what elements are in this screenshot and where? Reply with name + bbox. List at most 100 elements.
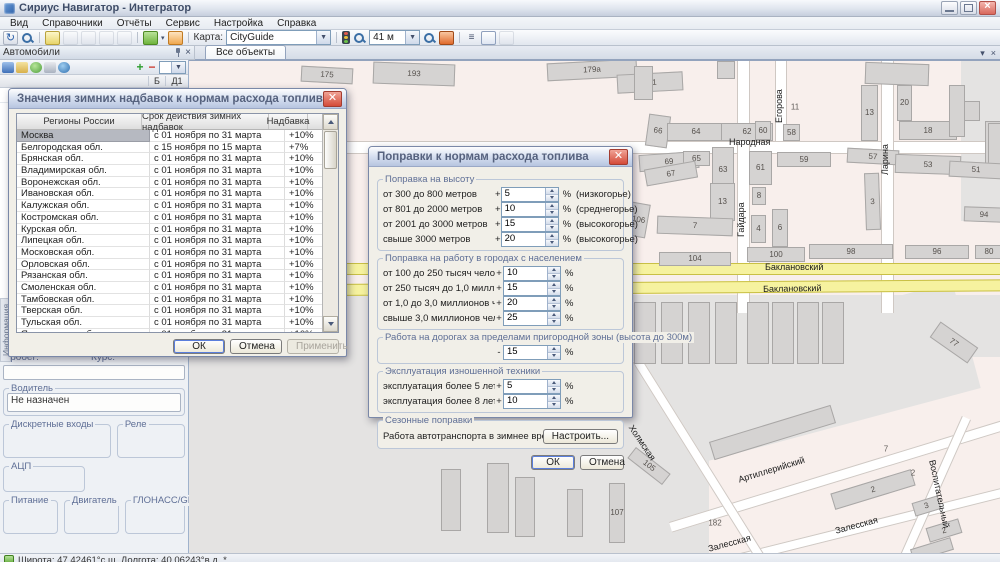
table-cell[interactable]: Брянская обл. xyxy=(17,153,150,165)
column-regions[interactable]: Регионы России xyxy=(17,114,142,129)
table-cell[interactable]: с 01 ноября по 31 марта xyxy=(150,188,285,200)
add-vehicle-icon[interactable]: + xyxy=(135,62,145,73)
edit-icon[interactable] xyxy=(16,62,28,73)
spin-up-icon[interactable] xyxy=(548,267,560,274)
spin-input[interactable]: 20 xyxy=(503,296,561,311)
car-icon[interactable] xyxy=(2,62,14,73)
table-scrollbar[interactable] xyxy=(322,114,338,332)
scroll-down-icon[interactable] xyxy=(323,316,338,332)
spin-down-icon[interactable] xyxy=(548,387,560,393)
table-cell[interactable]: с 01 ноября по 31 марта xyxy=(150,317,285,329)
table-cell[interactable]: +10% xyxy=(285,188,322,200)
traffic-light-icon[interactable] xyxy=(342,31,350,44)
close-button[interactable] xyxy=(979,1,996,15)
table-row[interactable]: Белгородская обл.с 15 ноября по 15 марта… xyxy=(17,142,322,154)
spin-value[interactable]: 10 xyxy=(504,395,547,408)
spin-down-icon[interactable] xyxy=(548,402,560,408)
spin-input[interactable]: 15 xyxy=(503,345,561,360)
table-row[interactable]: Калужская обл.с 01 ноября по 31 марта+10… xyxy=(17,200,322,212)
chevron-down-icon[interactable]: ▼ xyxy=(316,31,330,44)
minimize-button[interactable] xyxy=(941,1,958,15)
menu-item-4[interactable]: Настройка xyxy=(208,18,269,29)
table-row[interactable]: Ярославская обл.с 01 ноября по 31 марта+… xyxy=(17,329,322,332)
spin-value[interactable]: 10 xyxy=(504,267,547,280)
tab-all-objects[interactable]: Все объекты xyxy=(205,45,286,59)
table-cell[interactable]: с 01 ноября по 31 марта xyxy=(150,200,285,212)
spin-value[interactable]: 20 xyxy=(502,233,545,246)
spin-input[interactable]: 15 xyxy=(501,217,559,232)
spin-value[interactable]: 5 xyxy=(504,380,547,393)
column-d1[interactable]: Д1 xyxy=(165,76,188,86)
spin-up-icon[interactable] xyxy=(546,203,558,210)
table-cell[interactable]: +10% xyxy=(285,329,322,332)
table-row[interactable]: Ивановская обл.с 01 ноября по 31 марта+1… xyxy=(17,188,322,200)
table-cell[interactable]: +7% xyxy=(285,142,322,154)
menu-item-0[interactable]: Вид xyxy=(4,18,34,29)
spin-up-icon[interactable] xyxy=(548,346,560,353)
globe-icon[interactable] xyxy=(30,62,42,73)
column-surcharge[interactable]: Надбавка xyxy=(269,114,308,129)
spin-up-icon[interactable] xyxy=(548,395,560,402)
table-cell[interactable]: +10% xyxy=(285,270,322,282)
ok-button[interactable]: ОК xyxy=(531,455,575,470)
view-dropdown[interactable]: ▼ xyxy=(159,61,186,74)
table-cell[interactable]: +10% xyxy=(285,224,322,236)
table-row[interactable]: Тверская обл.с 01 ноября по 31 марта+10% xyxy=(17,305,322,317)
spin-input[interactable]: 10 xyxy=(503,266,561,281)
table-cell[interactable]: +10% xyxy=(285,247,322,259)
table-cell[interactable]: с 01 ноября по 31 марта xyxy=(150,177,285,189)
column-period[interactable]: Срок действия зимних надбавок xyxy=(142,114,269,129)
spin-input[interactable]: 10 xyxy=(501,202,559,217)
table-cell[interactable]: с 01 ноября по 31 марта xyxy=(150,329,285,332)
table-row[interactable]: Смоленская обл.с 01 ноября по 31 марта+1… xyxy=(17,282,322,294)
dialog-close-icon[interactable]: ✕ xyxy=(609,149,628,165)
table-row[interactable]: Тульская обл.с 01 ноября по 31 марта+10% xyxy=(17,317,322,329)
spin-value[interactable]: 15 xyxy=(504,346,547,359)
cancel-button[interactable]: Отмена xyxy=(580,455,624,470)
list-icon[interactable]: ≡ xyxy=(465,32,478,44)
spin-up-icon[interactable] xyxy=(546,218,558,225)
spin-down-icon[interactable] xyxy=(548,304,560,310)
remove-vehicle-icon[interactable]: − xyxy=(147,62,157,72)
zoom-out-icon[interactable] xyxy=(423,32,436,44)
table-cell[interactable]: Калужская обл. xyxy=(17,200,150,212)
table-cell[interactable]: Москва xyxy=(17,130,150,142)
table-cell[interactable]: Ярославская обл. xyxy=(17,329,150,332)
menu-item-1[interactable]: Справочники xyxy=(36,18,109,29)
table-cell[interactable]: Тамбовская обл. xyxy=(17,294,150,306)
spin-up-icon[interactable] xyxy=(546,233,558,240)
edit-grid-icon[interactable] xyxy=(45,31,60,45)
table-cell[interactable]: +10% xyxy=(285,130,322,142)
chevron-down-icon[interactable]: ▼ xyxy=(405,31,419,44)
map-select[interactable]: CityGuide ▼ xyxy=(226,30,331,45)
table-cell[interactable]: +10% xyxy=(285,212,322,224)
table-cell[interactable]: +10% xyxy=(285,200,322,212)
route-dropdown-icon[interactable]: ▾ xyxy=(161,34,165,42)
menu-item-3[interactable]: Сервис xyxy=(160,18,206,29)
scrollbar-thumb[interactable] xyxy=(324,131,337,169)
tab-list-dropdown-icon[interactable]: ▾ xyxy=(980,48,985,59)
spin-down-icon[interactable] xyxy=(546,225,558,231)
spin-up-icon[interactable] xyxy=(546,188,558,195)
cancel-button[interactable]: Отмена xyxy=(230,339,282,354)
apply-button[interactable]: Применить xyxy=(287,339,339,354)
vehicle-route-icon[interactable] xyxy=(143,31,158,45)
table-row[interactable]: Липецкая обл.с 01 ноября по 31 марта+10% xyxy=(17,235,322,247)
report-chart-icon[interactable] xyxy=(168,31,183,45)
column-b[interactable]: Б xyxy=(148,76,165,86)
spin-input[interactable]: 5 xyxy=(501,187,559,202)
configure-button[interactable]: Настроить... xyxy=(543,429,618,444)
table-cell[interactable]: +10% xyxy=(285,294,322,306)
spin-input[interactable]: 25 xyxy=(503,311,561,326)
table-cell[interactable]: Смоленская обл. xyxy=(17,282,150,294)
table-cell[interactable]: с 01 ноября по 31 марта xyxy=(150,165,285,177)
table-row[interactable]: Воронежская обл.с 01 ноября по 31 марта+… xyxy=(17,177,322,189)
table-cell[interactable]: Воронежская обл. xyxy=(17,177,150,189)
table-cell[interactable]: Московская обл. xyxy=(17,247,150,259)
spin-up-icon[interactable] xyxy=(548,297,560,304)
table-cell[interactable]: +10% xyxy=(285,153,322,165)
maximize-button[interactable] xyxy=(960,1,977,15)
table-row[interactable]: Брянская обл.с 01 ноября по 31 марта+10% xyxy=(17,153,322,165)
spin-value[interactable]: 15 xyxy=(504,282,547,295)
ok-button[interactable]: ОК xyxy=(173,339,225,354)
